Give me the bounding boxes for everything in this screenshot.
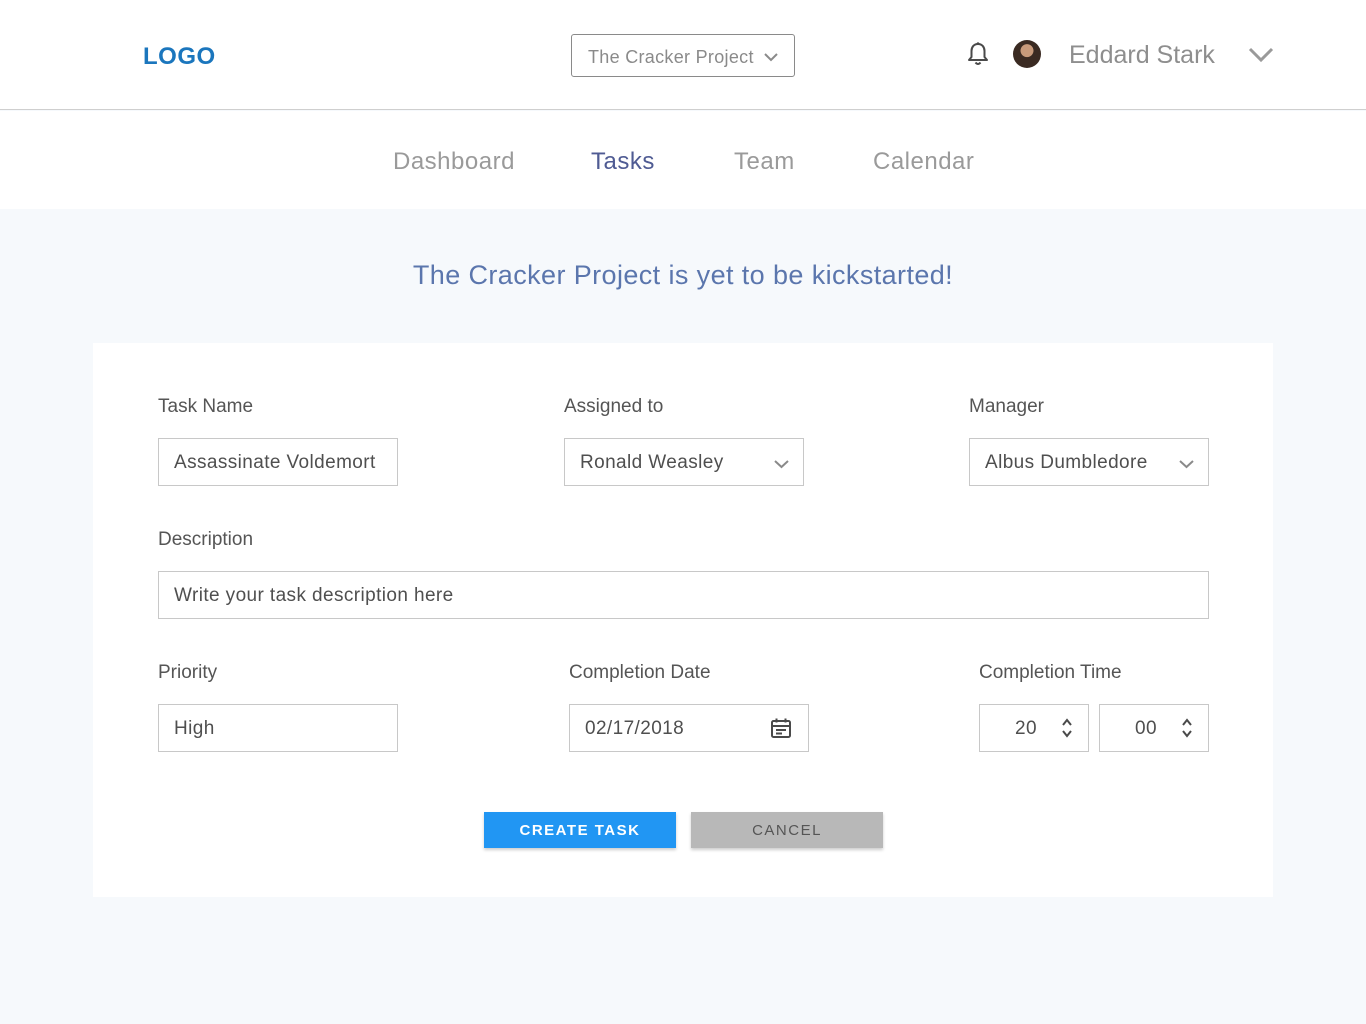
manager-label: Manager bbox=[969, 396, 1044, 417]
hour-value: 20 bbox=[1015, 718, 1037, 739]
manager-select[interactable]: Albus Dumbledore bbox=[969, 438, 1209, 486]
assigned-to-label: Assigned to bbox=[564, 396, 664, 417]
top-header: LOGO The Cracker Project Eddard Stark bbox=[0, 0, 1366, 110]
task-name-value: Assassinate Voldemort bbox=[174, 452, 376, 473]
calendar-icon[interactable] bbox=[770, 717, 792, 744]
create-task-button[interactable]: CREATE TASK bbox=[484, 812, 676, 848]
tab-tasks[interactable]: Tasks bbox=[591, 148, 655, 176]
tab-team[interactable]: Team bbox=[734, 148, 795, 176]
tab-calendar[interactable]: Calendar bbox=[873, 148, 974, 176]
project-selector[interactable]: The Cracker Project bbox=[571, 34, 795, 77]
task-name-label: Task Name bbox=[158, 396, 254, 417]
completion-date-value: 02/17/2018 bbox=[585, 718, 685, 739]
task-name-input[interactable]: Assassinate Voldemort bbox=[158, 438, 398, 486]
priority-value: High bbox=[174, 718, 215, 739]
chevron-down-icon[interactable] bbox=[1248, 46, 1274, 69]
spinner-icon[interactable] bbox=[1061, 717, 1073, 744]
completion-date-input[interactable]: 02/17/2018 bbox=[569, 704, 809, 752]
completion-date-label: Completion Date bbox=[569, 662, 711, 683]
priority-label: Priority bbox=[158, 662, 218, 683]
chevron-down-icon bbox=[774, 456, 789, 474]
assigned-to-select[interactable]: Ronald Weasley bbox=[564, 438, 804, 486]
status-banner: The Cracker Project is yet to be kicksta… bbox=[412, 260, 954, 290]
description-input[interactable]: Write your task description here bbox=[158, 571, 1209, 619]
priority-input[interactable]: High bbox=[158, 704, 398, 752]
minute-value: 00 bbox=[1135, 718, 1157, 739]
description-placeholder: Write your task description here bbox=[174, 585, 454, 606]
hour-stepper[interactable]: 20 bbox=[979, 704, 1089, 752]
tab-dashboard[interactable]: Dashboard bbox=[393, 148, 515, 176]
completion-time-label: Completion Time bbox=[979, 662, 1122, 683]
minute-stepper[interactable]: 00 bbox=[1099, 704, 1209, 752]
bell-icon[interactable] bbox=[966, 41, 990, 67]
spinner-icon[interactable] bbox=[1181, 717, 1193, 744]
description-label: Description bbox=[158, 529, 254, 550]
avatar[interactable] bbox=[1013, 40, 1041, 68]
logo[interactable]: LOGO bbox=[143, 43, 216, 71]
chevron-down-icon bbox=[1179, 456, 1194, 474]
user-name[interactable]: Eddard Stark bbox=[1069, 41, 1215, 70]
main-nav: Dashboard Tasks Team Calendar bbox=[0, 111, 1366, 209]
task-form-card bbox=[93, 343, 1273, 897]
manager-value: Albus Dumbledore bbox=[985, 452, 1148, 473]
project-selector-label: The Cracker Project bbox=[588, 47, 754, 67]
chevron-down-icon bbox=[764, 49, 778, 67]
assigned-to-value: Ronald Weasley bbox=[580, 452, 724, 473]
cancel-button[interactable]: CANCEL bbox=[691, 812, 883, 848]
